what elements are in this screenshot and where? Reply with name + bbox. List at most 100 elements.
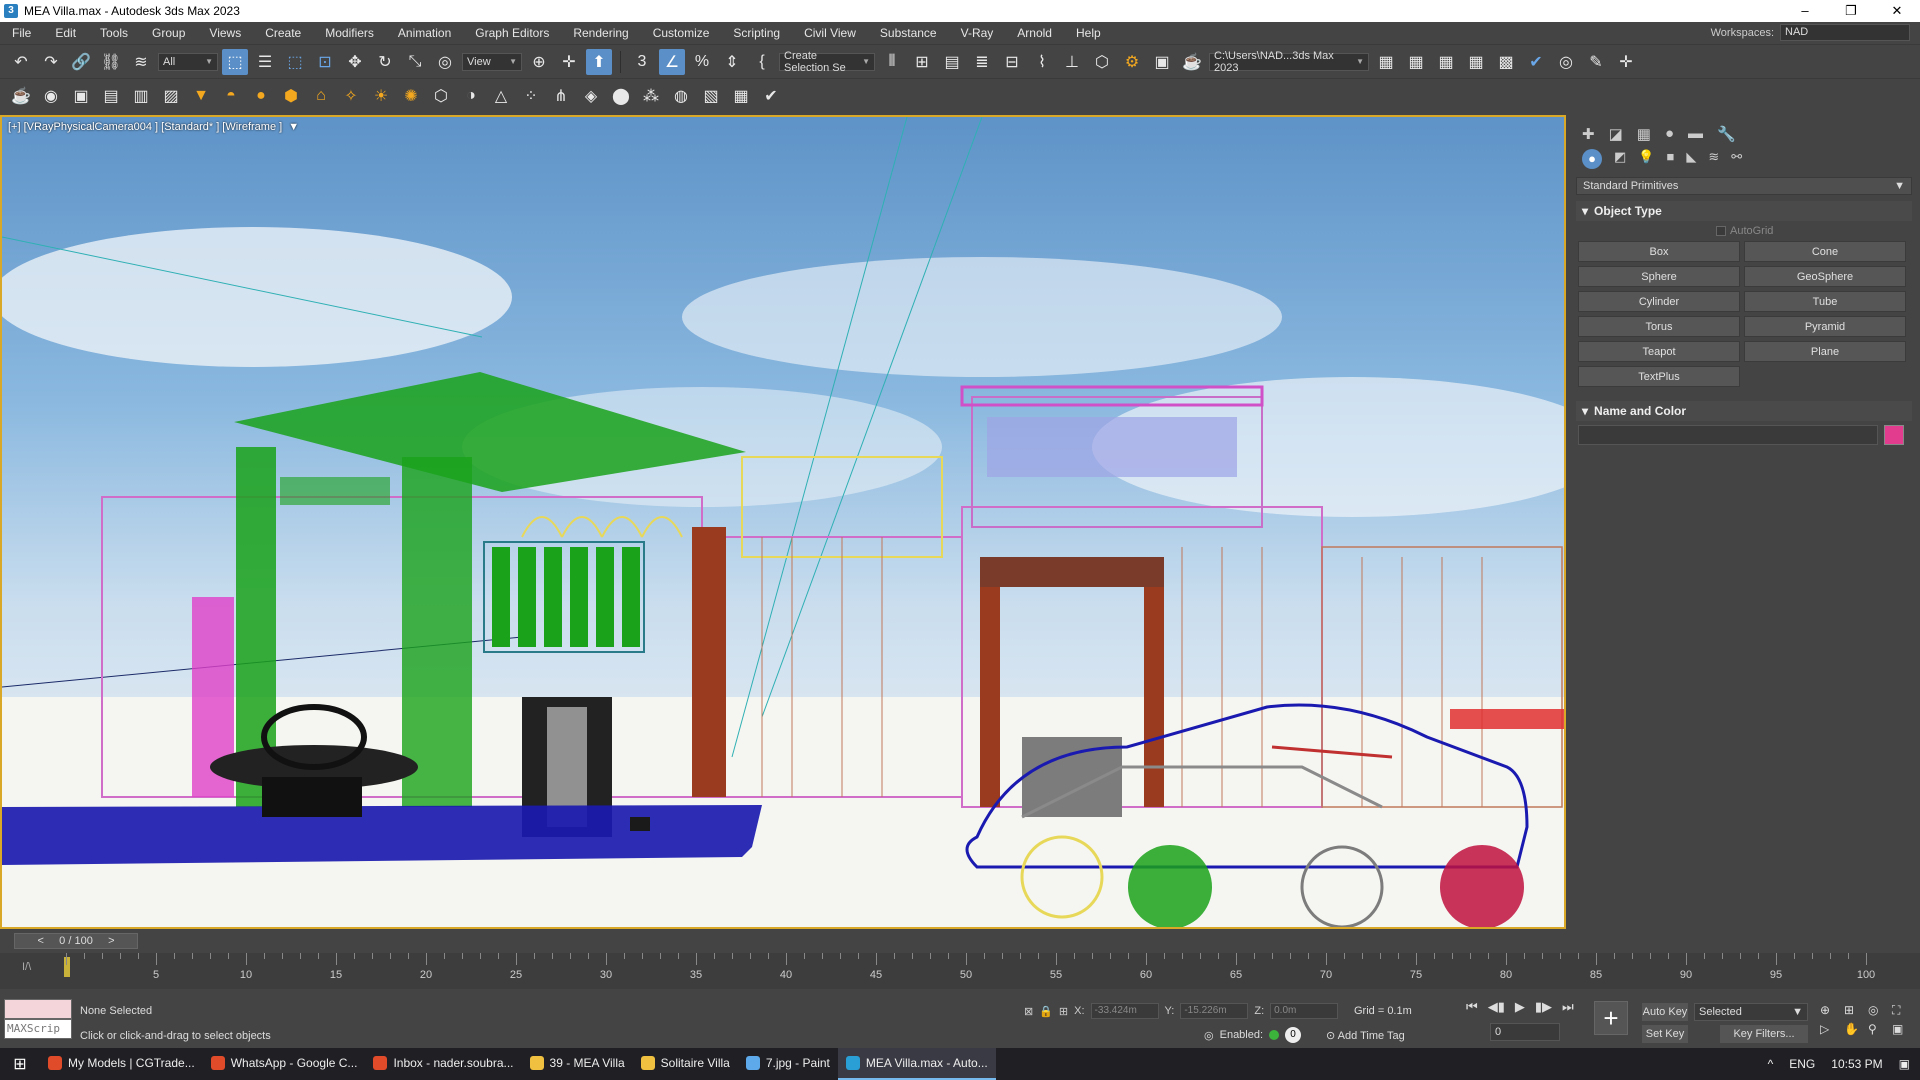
isolate-selection-icon[interactable]: ⊠	[1024, 1005, 1033, 1018]
box-button[interactable]: Box	[1578, 241, 1740, 262]
curve-editor-icon[interactable]: ⌇	[1029, 49, 1055, 75]
vray-fur-icon[interactable]: ⋔	[548, 83, 574, 109]
torus-button[interactable]: Torus	[1578, 316, 1740, 337]
vray-proxy-icon[interactable]: ⬡	[428, 83, 454, 109]
menu-edit[interactable]: Edit	[43, 22, 88, 44]
close-project-icon[interactable]: ▦	[1463, 49, 1489, 75]
menu-customize[interactable]: Customize	[641, 22, 722, 44]
redo-icon[interactable]: ↷	[38, 49, 64, 75]
check-icon[interactable]: ✔	[1523, 49, 1549, 75]
current-frame-field[interactable]: 0	[1490, 1023, 1560, 1041]
ribbon-toggle-icon[interactable]: ⊟	[999, 49, 1025, 75]
menu-civil-view[interactable]: Civil View	[792, 22, 868, 44]
cylinder-button[interactable]: Cylinder	[1578, 291, 1740, 312]
menu-scripting[interactable]: Scripting	[721, 22, 792, 44]
motion-tab-icon[interactable]: ●	[1665, 125, 1674, 142]
vray-sky-icon[interactable]: ✺	[398, 83, 424, 109]
named-selection-dropdown[interactable]: Create Selection Se ▼	[779, 50, 875, 74]
previous-frame-icon[interactable]: ◀▮	[1488, 999, 1505, 1015]
key-filters-button[interactable]: Key Filters...	[1720, 1025, 1808, 1043]
orbit-icon[interactable]: ◎	[1868, 1003, 1890, 1018]
absolute-mode-icon[interactable]: ⊞	[1059, 1005, 1068, 1018]
vray-plane-icon[interactable]: △	[488, 83, 514, 109]
link-icon[interactable]: 🔗	[68, 49, 94, 75]
taskbar-item-solitaire-villa[interactable]: Solitaire Villa	[633, 1048, 738, 1080]
workspace-dropdown[interactable]: NAD	[1780, 24, 1910, 41]
vray-scatter-icon[interactable]: ⁘	[518, 83, 544, 109]
taskbar-item-3dsmax[interactable]: MEA Villa.max - Auto...	[837, 1048, 996, 1080]
object-category-dropdown[interactable]: Standard Primitives ▼	[1576, 177, 1912, 195]
perspective-viewport[interactable]: [+] [VRayPhysicalCamera004 ] [Standard* …	[0, 115, 1566, 929]
create-layer-icon[interactable]: ▦	[1403, 49, 1429, 75]
cone-button[interactable]: Cone	[1744, 241, 1906, 262]
close-button[interactable]: ✕	[1874, 0, 1920, 22]
lock-selection-icon[interactable]: 🔒	[1039, 1005, 1053, 1018]
render-setup-icon[interactable]: ⚙	[1119, 49, 1145, 75]
geosphere-button[interactable]: GeoSphere	[1744, 266, 1906, 287]
menu-tools[interactable]: Tools	[88, 22, 140, 44]
menu-graph-editors[interactable]: Graph Editors	[463, 22, 561, 44]
pyramid-button[interactable]: Pyramid	[1744, 316, 1906, 337]
material-ball-icon[interactable]: ⬤	[608, 83, 634, 109]
mini-curve-editor-icon[interactable]: I/\	[22, 961, 31, 973]
maxscript-listener[interactable]: MAXScrip	[4, 999, 72, 1041]
mirror-icon[interactable]: ⫴	[879, 49, 905, 75]
pan-icon[interactable]: ✋	[1844, 1022, 1866, 1036]
time-slider-next-button[interactable]: >	[108, 935, 114, 947]
tool-pen-icon[interactable]: ✎	[1583, 49, 1609, 75]
pivot-center-icon[interactable]: ⊕	[526, 49, 552, 75]
material-library-icon[interactable]: ▧	[698, 83, 724, 109]
align-icon[interactable]: ⊞	[909, 49, 935, 75]
language-indicator[interactable]: ENG	[1789, 1057, 1815, 1071]
x-coordinate-field[interactable]: -33.424m	[1090, 1003, 1159, 1019]
maxscript-mini-listener[interactable]	[4, 999, 72, 1019]
systems-icon[interactable]: ⚯	[1731, 149, 1742, 167]
angle-snap-icon[interactable]: ∠	[659, 48, 685, 75]
textplus-button[interactable]: TextPlus	[1578, 366, 1740, 387]
set-project-icon[interactable]: ▦	[1433, 49, 1459, 75]
maxscript-label[interactable]: MAXScrip	[4, 1019, 72, 1039]
help-circle-icon[interactable]: ◎	[1553, 49, 1579, 75]
menu-help[interactable]: Help	[1064, 22, 1113, 44]
windows-start-icon[interactable]: ⊞	[0, 1054, 40, 1074]
taskbar-item-inbox[interactable]: Inbox - nader.soubra...	[365, 1048, 521, 1080]
schematic-view-icon[interactable]: ⊥	[1059, 49, 1085, 75]
percent-snap-icon[interactable]: %	[689, 49, 715, 75]
auto-key-button[interactable]: Auto Key	[1642, 1003, 1688, 1021]
vray-ies-icon[interactable]: ⬢	[278, 83, 304, 109]
menu-rendering[interactable]: Rendering	[561, 22, 640, 44]
utilities-tab-icon[interactable]: 🔧	[1717, 125, 1736, 143]
teapot-icon[interactable]: ☕	[8, 83, 34, 109]
teapot-button[interactable]: Teapot	[1578, 341, 1740, 362]
unlink-icon[interactable]: ⛓	[98, 49, 124, 75]
go-to-start-icon[interactable]: ⏮	[1466, 999, 1478, 1015]
vray-sphere-icon[interactable]: ◑	[458, 83, 484, 109]
placement-icon[interactable]: ◎	[432, 49, 458, 75]
key-mode-dropdown[interactable]: Selected ▼	[1694, 1003, 1808, 1021]
viewport-label-text[interactable]: [+] [VRayPhysicalCamera004 ] [Standard* …	[8, 121, 282, 133]
field-of-view-icon[interactable]: ▷	[1820, 1022, 1842, 1036]
select-by-name-icon[interactable]: ☰	[252, 49, 278, 75]
notification-icon[interactable]: ▣	[1899, 1057, 1910, 1071]
time-slider-thumb[interactable]: < 0 / 100 >	[14, 933, 138, 949]
lights-icon[interactable]: 💡	[1638, 149, 1654, 167]
menu-views[interactable]: Views	[197, 22, 253, 44]
rectangular-region-icon[interactable]: ⬚	[282, 49, 308, 75]
create-tab-icon[interactable]: ✚	[1582, 125, 1595, 143]
vray-light-plane-icon[interactable]: ▼	[188, 83, 214, 109]
menu-create[interactable]: Create	[253, 22, 313, 44]
vray-decal-icon[interactable]: ◈	[578, 83, 604, 109]
snaps-toggle-icon[interactable]: 3	[629, 49, 655, 75]
vray-spot-icon[interactable]: ⌂	[308, 83, 334, 109]
layer-explorer-icon[interactable]: ≣	[969, 49, 995, 75]
object-type-rollout[interactable]: ▾ Object Type	[1576, 201, 1912, 221]
geometry-icon[interactable]: ●	[1582, 149, 1602, 169]
object-color-swatch[interactable]	[1884, 425, 1904, 445]
menu-arnold[interactable]: Arnold	[1005, 22, 1064, 44]
set-key-button[interactable]: Set Key	[1642, 1025, 1688, 1043]
shapes-icon[interactable]: ◩	[1614, 149, 1626, 167]
maximize-button[interactable]: ❐	[1828, 0, 1874, 22]
material-assign-icon[interactable]: ◍	[668, 83, 694, 109]
vray-mat-icon[interactable]: ▨	[158, 83, 184, 109]
y-coordinate-field[interactable]: -15.226m	[1180, 1003, 1249, 1019]
